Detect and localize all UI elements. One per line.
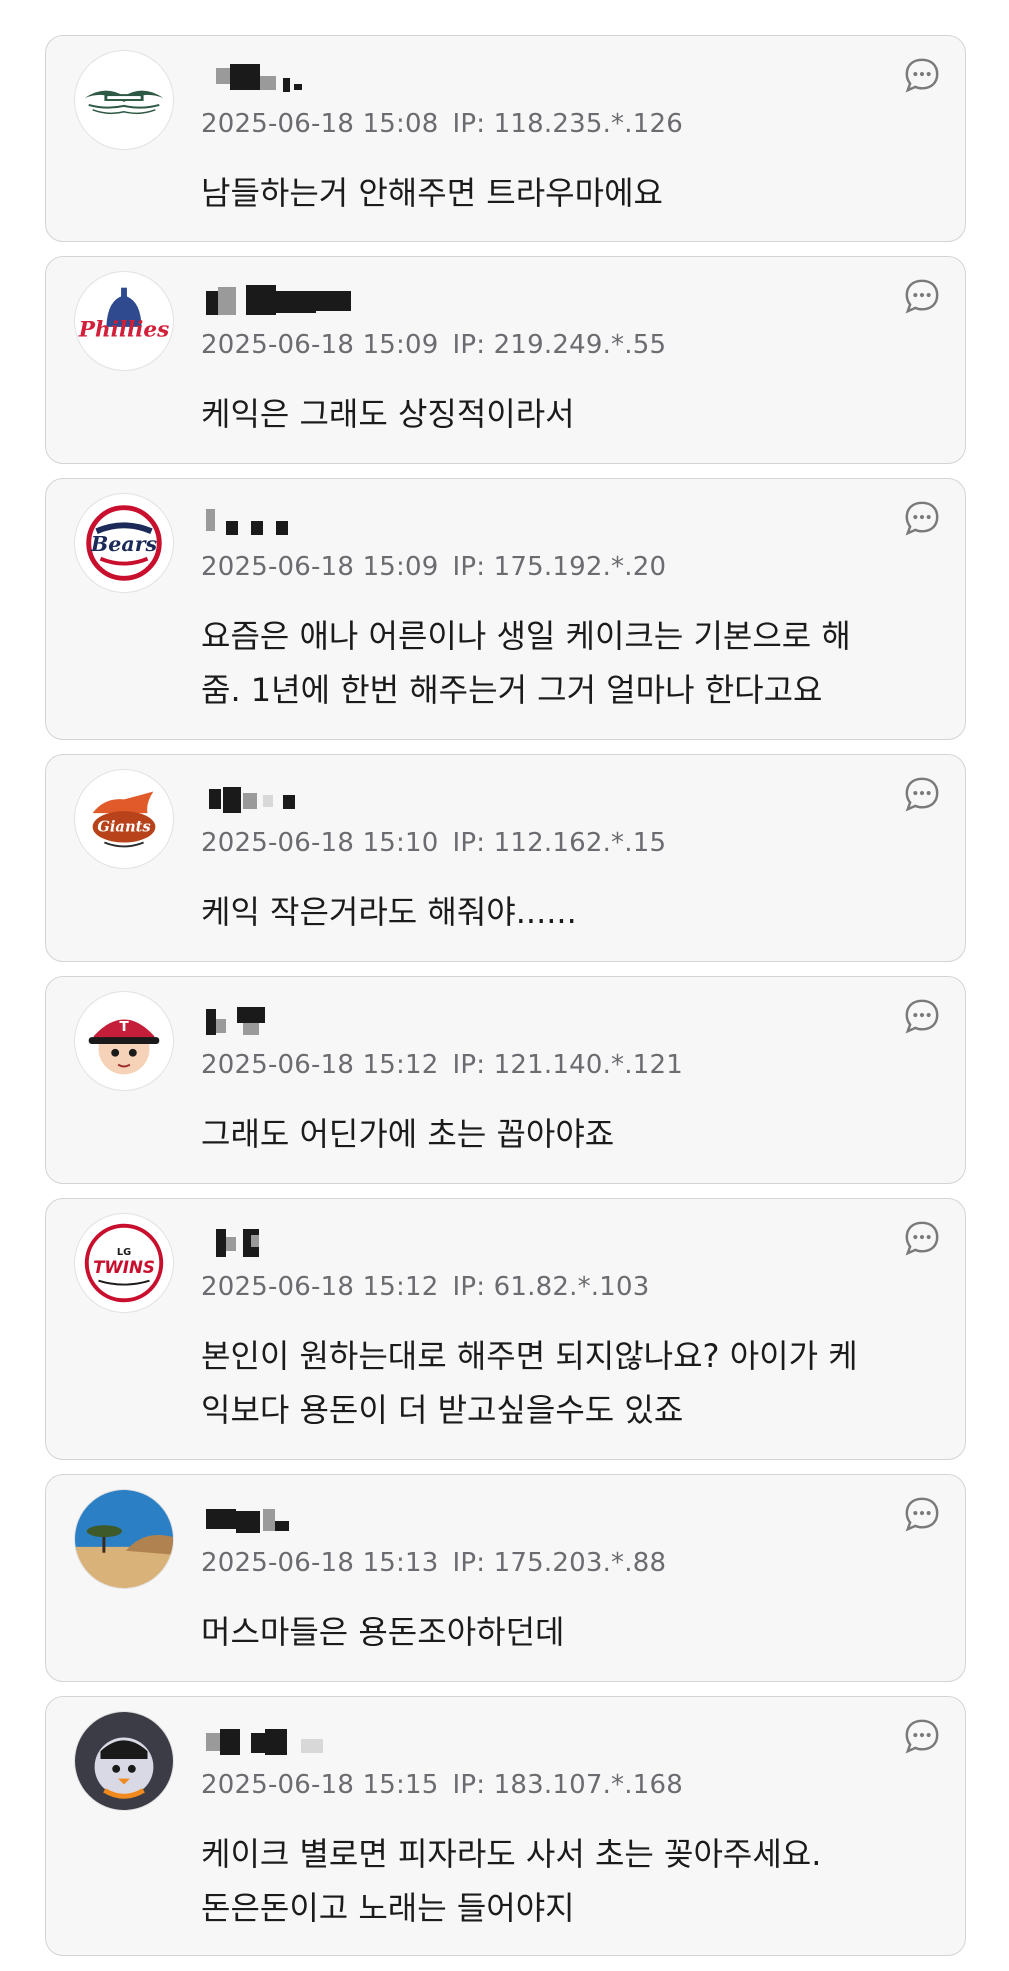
nickname-pixelated — [201, 499, 401, 539]
comment-bubble-icon — [905, 501, 939, 536]
nickname-pixelated — [201, 997, 401, 1037]
comment-text: 케익 작은거라도 해줘야...... — [201, 893, 577, 931]
comment-datetime: 2025-06-18 15:12 — [201, 1272, 439, 1302]
comment-meta: 2025-06-18 15:12 IP: 121.140.*.121 — [201, 1050, 683, 1080]
comment-datetime: 2025-06-18 15:08 — [201, 109, 439, 139]
desert-landscape-icon — [75, 1490, 173, 1588]
comment-ip: IP: 183.107.*.168 — [452, 1770, 683, 1800]
twins-mascot-avatar[interactable]: T — [74, 991, 174, 1091]
comment-meta: 2025-06-18 15:12 IP: 61.82.*.103 — [201, 1272, 649, 1302]
comment-datetime: 2025-06-18 15:10 — [201, 828, 439, 858]
nickname-pixelated — [201, 277, 401, 317]
phillies-logo-avatar[interactable]: Phillies — [74, 271, 174, 371]
comment-bubble-icon — [905, 1719, 939, 1754]
svg-text:Bears: Bears — [90, 532, 158, 556]
comment-card: 2025-06-18 15:15 IP: 183.107.*.168 케이크 별로… — [45, 1696, 966, 1956]
desert-landscape-avatar[interactable] — [74, 1489, 174, 1589]
reply-button[interactable] — [903, 1495, 941, 1533]
reply-button[interactable] — [903, 277, 941, 315]
reply-button[interactable] — [903, 1219, 941, 1257]
comment-datetime: 2025-06-18 15:15 — [201, 1770, 439, 1800]
bears-logo-avatar[interactable]: Bears — [74, 493, 174, 593]
comment-meta: 2025-06-18 15:10 IP: 112.162.*.15 — [201, 828, 666, 858]
comment-text: 케이크 별로면 피자라도 사서 초는 꽂아주세요. 돈은돈이고 노래는 들어야지 — [201, 1835, 822, 1927]
comment-ip: IP: 121.140.*.121 — [452, 1050, 683, 1080]
comment-card: 2025-06-18 15:08 IP: 118.235.*.126 남들하는거 … — [45, 35, 966, 242]
comment-ip: IP: 219.249.*.55 — [452, 330, 667, 360]
reply-button[interactable] — [903, 775, 941, 813]
comment-ip: IP: 175.203.*.88 — [452, 1548, 667, 1578]
comment-bubble-icon — [905, 1497, 939, 1532]
comment-card: LG TWINS 2025-06-18 15:12 IP: 61.82.*.103… — [45, 1198, 966, 1460]
nickname-pixelated — [201, 775, 401, 815]
eagles-mascot-icon — [75, 1712, 173, 1810]
comment-meta: 2025-06-18 15:09 IP: 219.249.*.55 — [201, 330, 666, 360]
svg-text:T: T — [119, 1019, 129, 1035]
comment-card: Bears 2025-06-18 15:09 IP: 175.192.*.20 요… — [45, 478, 966, 740]
comment-datetime: 2025-06-18 15:13 — [201, 1548, 439, 1578]
reply-button[interactable] — [903, 56, 941, 94]
comment-datetime: 2025-06-18 15:09 — [201, 330, 439, 360]
comment-datetime: 2025-06-18 15:12 — [201, 1050, 439, 1080]
comment-text: 머스마들은 용돈조아하던데 — [201, 1613, 565, 1651]
twins-mascot-icon: T — [88, 1019, 160, 1075]
comment-ip: IP: 175.192.*.20 — [452, 552, 667, 582]
aston-martin-logo-avatar[interactable] — [74, 50, 174, 150]
comment-meta: 2025-06-18 15:15 IP: 183.107.*.168 — [201, 1770, 683, 1800]
lg-twins-logo-icon: LG TWINS — [84, 1223, 164, 1303]
comment-card: Phillies 2025-06-18 15:09 IP: 219.249.*.5… — [45, 256, 966, 464]
comment-bubble-icon — [905, 58, 939, 93]
comment-bubble-icon — [905, 999, 939, 1034]
comment-meta: 2025-06-18 15:13 IP: 175.203.*.88 — [201, 1548, 666, 1578]
comment-card: Giants 2025-06-18 15:10 IP: 112.162.*.15 … — [45, 754, 966, 962]
comment-bubble-icon — [905, 279, 939, 314]
svg-text:LG: LG — [117, 1247, 131, 1258]
reply-button[interactable] — [903, 499, 941, 537]
comment-meta: 2025-06-18 15:09 IP: 175.192.*.20 — [201, 552, 666, 582]
comment-text: 요즘은 애나 어른이나 생일 케이크는 기본으로 해 줌. 1년에 한번 해주는… — [201, 617, 851, 709]
giants-logo-icon: Giants — [92, 791, 156, 848]
nickname-pixelated — [201, 1717, 401, 1757]
nickname-pixelated — [201, 1219, 401, 1259]
comment-ip: IP: 112.162.*.15 — [452, 828, 667, 858]
svg-text:TWINS: TWINS — [93, 1258, 155, 1277]
comment-bubble-icon — [905, 1221, 939, 1256]
comment-bubble-icon — [905, 777, 939, 812]
svg-text:Giants: Giants — [97, 819, 150, 836]
comment-ip: IP: 118.235.*.126 — [452, 109, 683, 139]
comment-ip: IP: 61.82.*.103 — [452, 1272, 650, 1302]
bears-logo-icon: Bears — [86, 505, 162, 581]
comment-card: T 2025-06-18 15:12 IP: 121.140.*.121 그래도 … — [45, 976, 966, 1184]
comment-card: 2025-06-18 15:13 IP: 175.203.*.88 머스마들은 용… — [45, 1474, 966, 1682]
nickname-pixelated — [201, 56, 401, 96]
comment-text: 남들하는거 안해주면 트라우마에요 — [201, 174, 663, 212]
comment-datetime: 2025-06-18 15:09 — [201, 552, 439, 582]
svg-text:Phillies: Phillies — [78, 318, 169, 343]
phillies-logo-icon: Phillies — [78, 287, 169, 343]
reply-button[interactable] — [903, 1717, 941, 1755]
comment-meta: 2025-06-18 15:08 IP: 118.235.*.126 — [201, 109, 683, 139]
nickname-pixelated — [201, 1495, 401, 1535]
comment-text: 케익은 그래도 상징적이라서 — [201, 395, 575, 433]
lg-twins-logo-avatar[interactable]: LG TWINS — [74, 1213, 174, 1313]
eagles-mascot-avatar[interactable] — [74, 1711, 174, 1811]
comment-list: 2025-06-18 15:08 IP: 118.235.*.126 남들하는거 … — [0, 0, 1009, 1971]
comment-text: 그래도 어딘가에 초는 꼽아야죠 — [201, 1115, 615, 1153]
aston-martin-logo-icon — [84, 90, 164, 115]
giants-logo-avatar[interactable]: Giants — [74, 769, 174, 869]
comment-text: 본인이 원하는대로 해주면 되지않나요? 아이가 케 익보다 용돈이 더 받고싶… — [201, 1337, 858, 1429]
reply-button[interactable] — [903, 997, 941, 1035]
